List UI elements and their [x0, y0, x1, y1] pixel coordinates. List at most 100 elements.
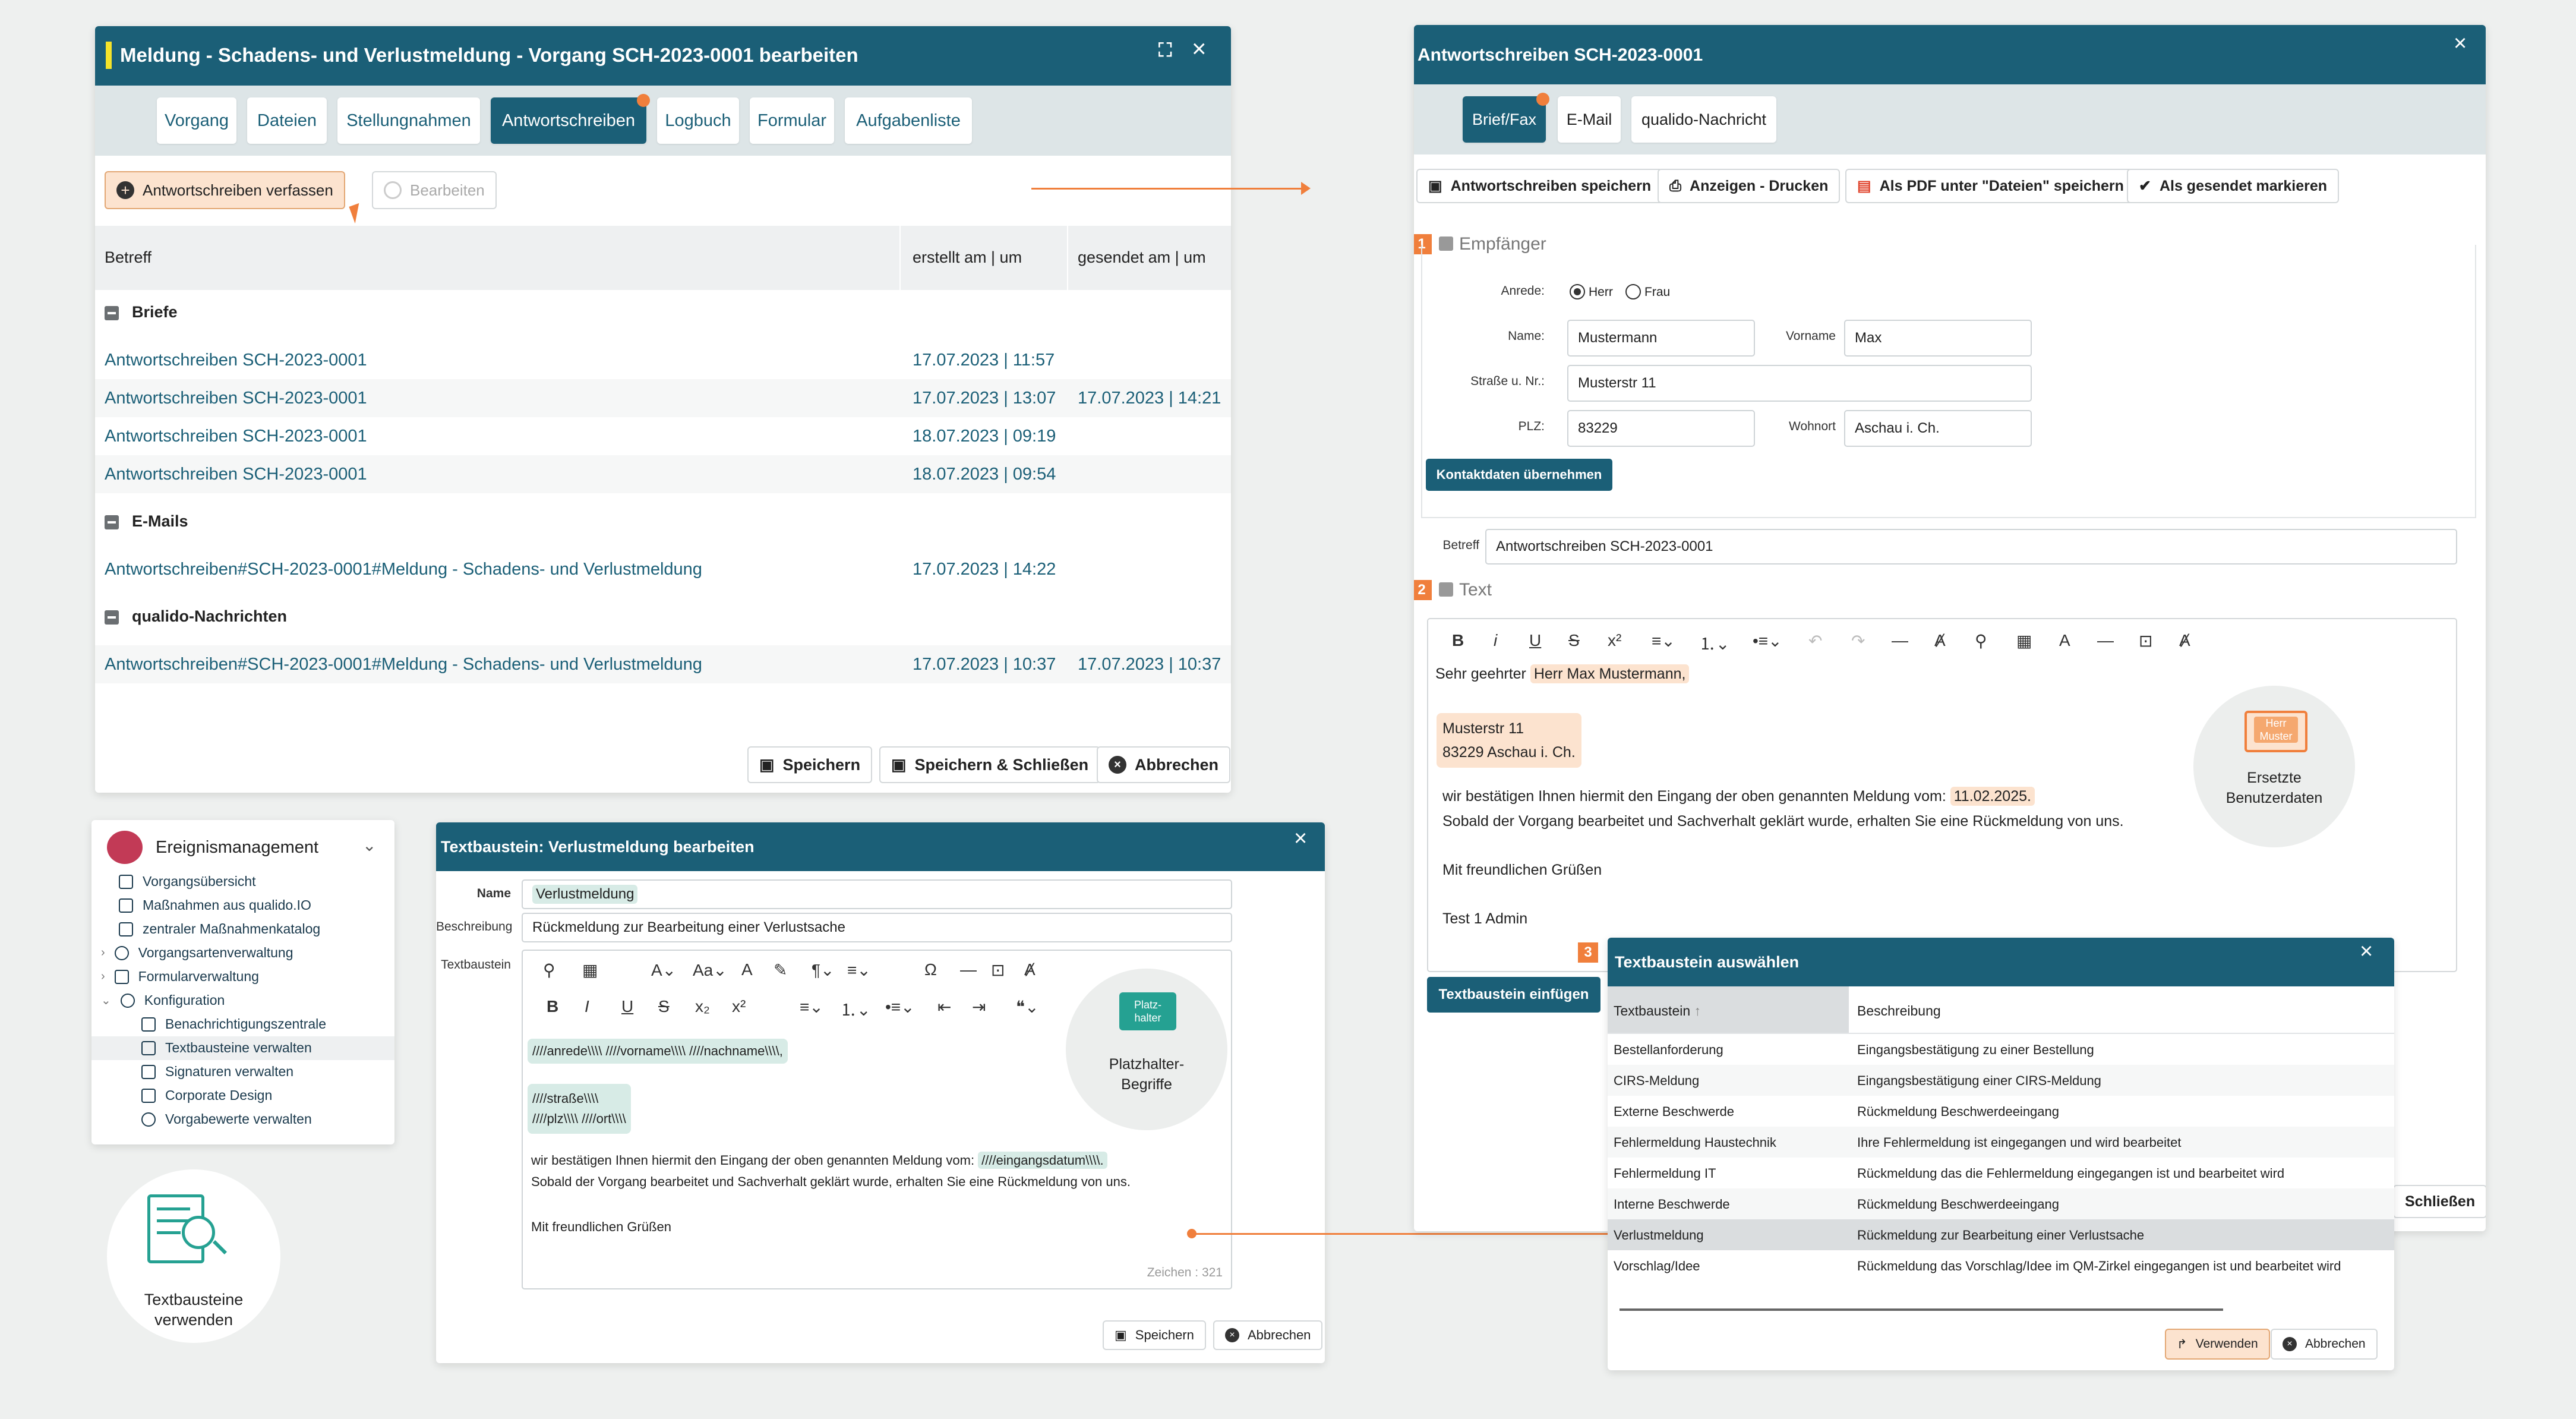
- tab-formular[interactable]: Formular: [750, 97, 834, 144]
- row-betreff[interactable]: Antwortschreiben#SCH-2023-0001#Meldung -…: [105, 560, 702, 579]
- table-row[interactable]: Interne Beschwerde Rückmeldung Beschwerd…: [1608, 1188, 2394, 1219]
- row-betreff[interactable]: Antwortschreiben SCH-2023-0001: [105, 351, 367, 370]
- sidebar-subitem-benachrichtigung[interactable]: Benachrichtigungszentrale: [141, 1016, 326, 1032]
- table-row[interactable]: Fehlermeldung Haustechnik Ihre Fehlermel…: [1608, 1127, 2394, 1158]
- tab-qualido[interactable]: qualido-Nachricht: [1631, 96, 1776, 143]
- clear-format-icon[interactable]: Ⱥ: [1934, 631, 1946, 650]
- row-betreff[interactable]: Antwortschreiben#SCH-2023-0001#Meldung -…: [105, 655, 702, 674]
- table-row[interactable]: Bestellanforderung Eingangsbestätigung z…: [1608, 1034, 2394, 1065]
- strike-icon[interactable]: S: [1568, 631, 1580, 650]
- link-icon[interactable]: ⚲: [543, 960, 555, 980]
- chevron-down-icon[interactable]: ⌄: [362, 835, 376, 855]
- quote-icon[interactable]: ❝⌄: [1016, 997, 1039, 1017]
- horizontal-scrollbar[interactable]: [1620, 1308, 2223, 1311]
- sidebar-subitem-vorgabewerte[interactable]: Vorgabewerte verwalten: [141, 1111, 312, 1127]
- bold-icon[interactable]: B: [1452, 631, 1464, 650]
- font-size-icon[interactable]: Aa⌄: [693, 960, 727, 980]
- tab-logbuch[interactable]: Logbuch: [657, 97, 739, 144]
- betreff-field[interactable]: Antwortschreiben SCH-2023-0001: [1485, 529, 2457, 565]
- desc-field[interactable]: Rückmeldung zur Bearbeitung einer Verlus…: [522, 913, 1232, 942]
- sidebar-subitem-signaturen[interactable]: Signaturen verwalten: [141, 1064, 293, 1080]
- sidebar-subitem-design[interactable]: Corporate Design: [141, 1087, 272, 1103]
- paragraph-icon[interactable]: ¶⌄: [812, 960, 835, 980]
- highlight-icon[interactable]: ✎: [774, 960, 787, 980]
- omega-icon[interactable]: Ω: [924, 960, 937, 979]
- source-icon[interactable]: ⊡: [991, 960, 1005, 980]
- hr2-icon[interactable]: —: [2097, 631, 2114, 650]
- italic-icon[interactable]: i: [1494, 631, 1497, 650]
- edit-button[interactable]: Bearbeiten: [372, 171, 497, 209]
- table-row-selected[interactable]: Verlustmeldung Rückmeldung zur Bearbeitu…: [1608, 1219, 2394, 1250]
- superscript-icon[interactable]: x²: [732, 997, 746, 1016]
- save-close-button[interactable]: ▣ Speichern & Schließen: [879, 746, 1101, 783]
- table-row[interactable]: Antwortschreiben SCH-2023-0001 18.07.202…: [95, 417, 1231, 455]
- tab-dateien[interactable]: Dateien: [247, 97, 327, 144]
- cancel-button[interactable]: × Abbrechen: [1097, 746, 1231, 783]
- strasse-field[interactable]: Musterstr 11: [1567, 365, 2032, 402]
- italic-icon[interactable]: I: [585, 997, 589, 1016]
- use-button[interactable]: ↱ Verwenden: [2165, 1329, 2270, 1360]
- close-icon[interactable]: ×: [1192, 34, 1207, 63]
- hr-icon[interactable]: —: [960, 960, 977, 979]
- maximize-icon[interactable]: ⛶: [1158, 39, 1172, 62]
- color-icon[interactable]: A: [2059, 631, 2070, 650]
- tab-brief-fax[interactable]: Brief/Fax: [1463, 93, 1549, 143]
- table-row[interactable]: Antwortschreiben SCH-2023-0001 17.07.202…: [95, 341, 1231, 379]
- radio-herr[interactable]: [1570, 284, 1585, 299]
- hr-icon[interactable]: —: [1892, 631, 1908, 650]
- vorname-field[interactable]: Max: [1844, 320, 2032, 357]
- strike-icon[interactable]: S: [658, 997, 670, 1016]
- col-betreff[interactable]: Betreff: [105, 248, 151, 267]
- bold-icon[interactable]: B: [547, 997, 558, 1016]
- table-icon[interactable]: ▦: [2016, 631, 2032, 651]
- name-field[interactable]: Mustermann: [1567, 320, 1755, 357]
- save-letter-button[interactable]: ▣ Antwortschreiben speichern: [1416, 169, 1663, 203]
- plz-field[interactable]: 83229: [1567, 410, 1755, 447]
- indent-icon[interactable]: ⇥: [972, 997, 986, 1017]
- align-icon[interactable]: ≡⌄: [1652, 631, 1675, 651]
- link-icon[interactable]: ⚲: [1975, 631, 1987, 651]
- wohnort-field[interactable]: Aschau i. Ch.: [1844, 410, 2032, 447]
- clear-format-icon[interactable]: Ⱥ: [1024, 960, 1036, 979]
- pdf-button[interactable]: ▤ Als PDF unter "Dateien" speichern: [1845, 169, 2136, 203]
- table-row[interactable]: Antwortschreiben#SCH-2023-0001#Meldung -…: [95, 645, 1231, 683]
- sidebar-subitem-textbausteine[interactable]: Textbausteine verwalten: [141, 1040, 312, 1056]
- tab-stellungnahmen[interactable]: Stellungnahmen: [337, 97, 480, 144]
- outdent-icon[interactable]: ⇤: [937, 997, 951, 1017]
- superscript-icon[interactable]: x²: [1608, 631, 1621, 650]
- sidebar-item-vorgangsuebersicht[interactable]: Vorgangsübersicht: [119, 874, 256, 890]
- bullet-list-icon[interactable]: •≡⌄: [885, 997, 915, 1017]
- table-row[interactable]: Externe Beschwerde Rückmeldung Beschwerd…: [1608, 1096, 2394, 1127]
- compose-button[interactable]: + Antwortschreiben verfassen: [105, 171, 345, 209]
- close-icon[interactable]: ×: [1294, 826, 1307, 852]
- contact-data-button[interactable]: Kontaktdaten übernehmen: [1426, 459, 1612, 491]
- tab-antwortschreiben[interactable]: Antwortschreiben: [491, 94, 650, 144]
- col-gesendet[interactable]: gesendet am | um: [1078, 248, 1206, 267]
- group-qualido[interactable]: qualido-Nachrichten: [105, 607, 1231, 626]
- sidebar-item-massnahmen[interactable]: Maßnahmen aus qualido.IO: [119, 897, 311, 913]
- close-icon[interactable]: ×: [2454, 31, 2467, 56]
- col-beschreibung[interactable]: Beschreibung: [1857, 1003, 1941, 1019]
- undo-icon[interactable]: ↶: [1808, 631, 1822, 651]
- tab-email[interactable]: E-Mail: [1558, 96, 1621, 143]
- font-icon[interactable]: A⌄: [651, 960, 676, 980]
- table-row[interactable]: Fehlermeldung IT Rückmeldung das die Feh…: [1608, 1158, 2394, 1188]
- insert-textbaustein-button[interactable]: Textbaustein einfügen: [1427, 977, 1600, 1013]
- col-erstellt[interactable]: erstellt am | um: [913, 248, 1022, 267]
- col-textbaustein[interactable]: Textbaustein ↑: [1614, 1003, 1701, 1019]
- row-betreff[interactable]: Antwortschreiben SCH-2023-0001: [105, 465, 367, 484]
- table-row[interactable]: Antwortschreiben SCH-2023-0001 18.07.202…: [95, 455, 1231, 493]
- table-icon[interactable]: ▦: [582, 960, 598, 980]
- table-row[interactable]: Antwortschreiben SCH-2023-0001 17.07.202…: [95, 379, 1231, 417]
- redo-icon[interactable]: ↷: [1851, 631, 1865, 651]
- close-button[interactable]: Schließen: [2393, 1185, 2486, 1218]
- close-icon[interactable]: ×: [2360, 939, 2373, 964]
- cancel-button[interactable]: × Abbrechen: [1213, 1320, 1323, 1350]
- source-icon[interactable]: ⊡: [2139, 631, 2152, 651]
- group-briefe[interactable]: Briefe: [105, 303, 1231, 321]
- mark-sent-button[interactable]: ✔ Als gesendet markieren: [2127, 169, 2340, 203]
- line-height-icon[interactable]: ≡⌄: [847, 960, 871, 980]
- sidebar-item-vorgangsarten[interactable]: › Vorgangsartenverwaltung: [101, 945, 293, 961]
- sidebar-item-konfiguration[interactable]: ⌄ Konfiguration: [101, 992, 225, 1008]
- table-row[interactable]: Vorschlag/Idee Rückmeldung das Vorschlag…: [1608, 1250, 2394, 1281]
